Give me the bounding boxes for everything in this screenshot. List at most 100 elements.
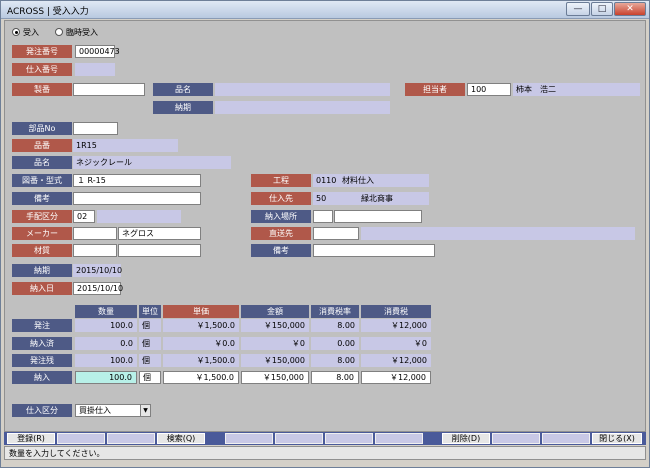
shiire-kubun-select[interactable]: 買掛仕入 ▼ — [75, 404, 151, 417]
basho-label: 納入場所 — [251, 210, 311, 223]
purchase-no-label: 仕入番号 — [12, 63, 72, 76]
grid-header-unit: 単位 — [139, 305, 161, 318]
grid-cell-amount: ￥150,000 — [241, 319, 309, 332]
zuban-label: 図番・型式 — [12, 174, 72, 187]
header-hinmei-label: 品名 — [153, 83, 213, 96]
tehai-label: 手配区分 — [12, 210, 72, 223]
radio-juka-label: 受入 — [23, 28, 39, 37]
detail-hinmei-field: ネジックレール — [73, 156, 231, 169]
grid-cell-unit: 個 — [139, 319, 161, 332]
grid-cell-unit: 個 — [139, 354, 161, 367]
fkey-10-button[interactable] — [492, 433, 540, 444]
fkey-3-button[interactable] — [107, 433, 155, 444]
maker-name-field[interactable]: ネグロス — [118, 227, 201, 240]
grid-cell-qty: 100.0 — [75, 354, 137, 367]
nyuka-price-input[interactable]: ￥1,500.0 — [163, 371, 239, 384]
nyuka-amount-input[interactable]: ￥150,000 — [241, 371, 309, 384]
main-window: ACROSS | 受入入力 — □ ✕ 受入 臨時受入 発注番号 0000047… — [0, 0, 650, 468]
chokusou-code-field[interactable] — [313, 227, 359, 240]
bikou-field[interactable] — [73, 192, 201, 205]
radio-rinji-label: 臨時受入 — [66, 28, 98, 37]
grid-cell-amount: ￥150,000 — [241, 354, 309, 367]
grid-row-label: 発注 — [12, 319, 72, 332]
fkey-2-button[interactable] — [57, 433, 105, 444]
order-no-field[interactable]: 00000473 — [75, 45, 120, 58]
purchase-no-field — [75, 63, 115, 76]
header-nouki-field — [215, 101, 390, 114]
radio-juka[interactable] — [12, 28, 20, 36]
seiban-label: 製番 — [12, 83, 72, 96]
header-hinmei-field — [215, 83, 390, 96]
buhin-field[interactable] — [73, 122, 118, 135]
grid-cell-price: ￥1,500.0 — [163, 354, 239, 367]
grid-cell-tax: ￥0 — [361, 337, 431, 350]
minimize-button[interactable]: — — [566, 2, 590, 16]
zuban-field[interactable]: １ R-15 — [73, 174, 201, 187]
nyuka-qty-input[interactable]: 100.0 — [75, 371, 137, 384]
grid-row-label: 納入済 — [12, 337, 72, 350]
grid-cell-rate: 8.00 — [311, 354, 359, 367]
tehai-name-field — [97, 210, 181, 223]
basho-code-field[interactable] — [313, 210, 333, 223]
fkey-7-button[interactable] — [325, 433, 373, 444]
maker-label: メーカー — [12, 227, 72, 240]
grid-cell-tax: ￥12,000 — [361, 319, 431, 332]
zaishitsu-label: 材質 — [12, 244, 72, 257]
fkey-5-button[interactable] — [225, 433, 273, 444]
basho-name-field[interactable] — [334, 210, 422, 223]
nyuka-rate-input[interactable]: 8.00 — [311, 371, 359, 384]
shiire-name-field: 緑北商事 — [339, 192, 429, 205]
tantou-code-field[interactable]: 100 — [467, 83, 511, 96]
fkey-close-button[interactable]: 閉じる(X) — [592, 433, 642, 444]
grid-header-qty: 数量 — [75, 305, 137, 318]
chokusou-label: 直送先 — [251, 227, 311, 240]
status-bar: 数量を入力してください。 — [4, 446, 646, 460]
koutei-code-field: 0110 — [313, 174, 339, 187]
tantou-label: 担当者 — [405, 83, 465, 96]
zaishitsu-field-2[interactable] — [118, 244, 201, 257]
fkey-6-button[interactable] — [275, 433, 323, 444]
tantou-name-field: 柿本 浩二 — [513, 83, 640, 96]
nyuka-unit-input[interactable]: 個 — [139, 371, 161, 384]
nounyu-field[interactable]: 2015/10/10 — [73, 282, 123, 295]
koutei-label: 工程 — [251, 174, 311, 187]
nyuka-tax-input[interactable]: ￥12,000 — [361, 371, 431, 384]
maker-code-field[interactable] — [73, 227, 117, 240]
form-area: 受入 臨時受入 発注番号 00000473 仕入番号 製番 品名 納期 担当者 … — [4, 20, 646, 432]
radio-rinji[interactable] — [55, 28, 63, 36]
grid-row-label: 納入 — [12, 371, 72, 384]
grid-header-amount: 金額 — [241, 305, 309, 318]
maximize-button[interactable]: □ — [591, 2, 613, 16]
order-no-label: 発注番号 — [12, 45, 72, 58]
close-window-button[interactable]: ✕ — [614, 2, 646, 16]
header-nouki-label: 納期 — [153, 101, 213, 114]
detail-hinmei-label: 品名 — [12, 156, 72, 169]
grid-cell-qty: 0.0 — [75, 337, 137, 350]
fkey-8-button[interactable] — [375, 433, 423, 444]
tehai-code-field[interactable]: 02 — [73, 210, 95, 223]
grid-cell-rate: 0.00 — [311, 337, 359, 350]
hinban-field: 1R15 — [73, 139, 178, 152]
grid-cell-tax: ￥12,000 — [361, 354, 431, 367]
fkey-delete-button[interactable]: 削除(D) — [442, 433, 490, 444]
function-key-bar: 登録(R) 検索(Q) 削除(D) 閉じる(X) — [4, 432, 646, 445]
window-title: ACROSS | 受入入力 — [7, 7, 89, 17]
shiire-kubun-label: 仕入区分 — [12, 404, 72, 417]
shiire-label: 仕入先 — [251, 192, 311, 205]
grid-cell-amount: ￥0 — [241, 337, 309, 350]
fkey-register-button[interactable]: 登録(R) — [7, 433, 55, 444]
grid-cell-price: ￥1,500.0 — [163, 319, 239, 332]
zaishitsu-field-1[interactable] — [73, 244, 117, 257]
fkey-search-button[interactable]: 検索(Q) — [157, 433, 205, 444]
shiire-kubun-value: 買掛仕入 — [79, 406, 111, 415]
bikou-label: 備考 — [12, 192, 72, 205]
shiire-code-field: 50 — [313, 192, 339, 205]
bikou2-field[interactable] — [313, 244, 435, 257]
chevron-down-icon[interactable]: ▼ — [140, 405, 150, 416]
fkey-11-button[interactable] — [542, 433, 590, 444]
seiban-field[interactable] — [73, 83, 145, 96]
koutei-name-field: 材料仕入 — [339, 174, 429, 187]
grid-cell-qty: 100.0 — [75, 319, 137, 332]
grid-header-tax: 消費税 — [361, 305, 431, 318]
detail-nouki-label: 納期 — [12, 264, 72, 277]
